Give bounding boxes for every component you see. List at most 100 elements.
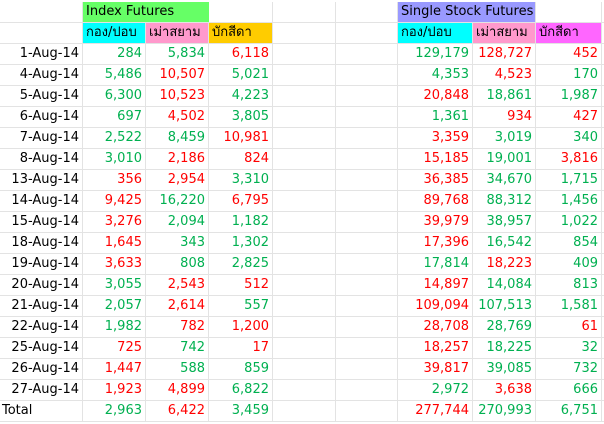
ssf-value-cell[interactable]: 36,385 (398, 170, 473, 190)
empty-cell[interactable] (273, 338, 336, 358)
empty-cell[interactable] (209, 380, 273, 400)
empty-cell[interactable] (336, 254, 398, 274)
empty-cell[interactable] (336, 233, 398, 253)
empty-cell[interactable] (336, 317, 398, 337)
ssf-value-cell[interactable]: 88,312 (473, 191, 536, 211)
ssf-value-cell[interactable]: 409 (536, 254, 602, 274)
ssf-value-cell[interactable]: 1,022 (536, 212, 602, 232)
empty-cell[interactable] (398, 380, 473, 400)
ssf-value-cell[interactable]: 17,396 (398, 233, 473, 253)
empty-cell[interactable] (336, 23, 398, 43)
ssf-value-cell[interactable]: 3,019 (473, 128, 536, 148)
index-value-cell[interactable]: 1,302 (209, 233, 273, 253)
index-value-cell[interactable]: 824 (209, 149, 273, 169)
ssf-value-cell[interactable]: 14,084 (473, 275, 536, 295)
ssf-value-cell[interactable]: 18,861 (473, 86, 536, 106)
empty-cell[interactable] (536, 380, 602, 400)
ssf-value-cell[interactable]: 1,581 (536, 296, 602, 316)
empty-cell[interactable] (336, 2, 398, 22)
index-value-cell[interactable]: 2,954 (146, 170, 209, 190)
ssf-value-cell[interactable]: 128,727 (473, 44, 536, 64)
empty-cell[interactable] (83, 380, 146, 400)
date-cell[interactable]: 14-Aug-14 (0, 191, 83, 211)
date-cell[interactable]: 21-Aug-14 (0, 296, 83, 316)
index-futures-title[interactable]: Index Futures (83, 2, 209, 22)
ssf-value-cell[interactable]: 1,715 (536, 170, 602, 190)
ssf-value-cell[interactable]: 89,768 (398, 191, 473, 211)
index-value-cell[interactable]: 512 (209, 275, 273, 295)
empty-cell[interactable] (273, 212, 336, 232)
empty-cell[interactable] (273, 254, 336, 274)
empty-cell[interactable] (336, 212, 398, 232)
index-value-cell[interactable]: 588 (146, 359, 209, 379)
empty-cell[interactable] (336, 107, 398, 127)
empty-cell[interactable] (273, 23, 336, 43)
index-value-cell[interactable]: 1,182 (209, 212, 273, 232)
ssf-value-cell[interactable]: 4,353 (398, 65, 473, 85)
index-value-cell[interactable]: 5,486 (83, 65, 146, 85)
ssf-value-cell[interactable]: 20,848 (398, 86, 473, 106)
index-value-cell[interactable]: 10,507 (146, 65, 209, 85)
index-col-header-1[interactable]: กอง/ปอบ (83, 23, 146, 43)
ssf-value-cell[interactable]: 38,957 (473, 212, 536, 232)
index-col-header-2[interactable]: เม่าสยาม (146, 23, 209, 43)
ssf-value-cell[interactable]: 4,523 (473, 65, 536, 85)
ssf-value-cell[interactable]: 16,542 (473, 233, 536, 253)
empty-cell[interactable] (0, 380, 83, 400)
ssf-value-cell[interactable]: 854 (536, 233, 602, 253)
index-value-cell[interactable]: 3,276 (83, 212, 146, 232)
ssf-col-header-2[interactable]: เม่าสยาม (473, 23, 536, 43)
empty-cell[interactable] (336, 170, 398, 190)
date-cell[interactable]: 22-Aug-14 (0, 317, 83, 337)
ssf-value-cell[interactable]: 934 (473, 107, 536, 127)
ssf-value-cell[interactable]: 39,817 (398, 359, 473, 379)
ssf-col-header-3[interactable]: บักสีดา (536, 23, 602, 43)
ssf-value-cell[interactable]: 18,223 (473, 254, 536, 274)
index-value-cell[interactable]: 9,425 (83, 191, 146, 211)
ssf-value-cell[interactable]: 19,001 (473, 149, 536, 169)
empty-cell[interactable] (336, 65, 398, 85)
date-cell[interactable]: 13-Aug-14 (0, 170, 83, 190)
index-value-cell[interactable]: 2,543 (146, 275, 209, 295)
ssf-value-cell[interactable]: 39,979 (398, 212, 473, 232)
index-value-cell[interactable]: 343 (146, 233, 209, 253)
index-value-cell[interactable]: 557 (209, 296, 273, 316)
ssf-value-cell[interactable]: 17,814 (398, 254, 473, 274)
empty-cell[interactable] (273, 191, 336, 211)
index-value-cell[interactable]: 284 (83, 44, 146, 64)
index-value-cell[interactable]: 8,459 (146, 128, 209, 148)
index-value-cell[interactable]: 2,614 (146, 296, 209, 316)
ssf-value-cell[interactable]: 3,816 (536, 149, 602, 169)
index-value-cell[interactable]: 2,186 (146, 149, 209, 169)
index-value-cell[interactable]: 10,981 (209, 128, 273, 148)
index-value-cell[interactable]: 742 (146, 338, 209, 358)
index-value-cell[interactable]: 2,522 (83, 128, 146, 148)
ssf-value-cell[interactable]: 1,987 (536, 86, 602, 106)
total-label[interactable]: Total (0, 401, 83, 421)
ssf-value-cell[interactable]: 129,179 (398, 44, 473, 64)
total-index-col-1[interactable]: 2,963 (83, 401, 146, 421)
ssf-value-cell[interactable]: 28,708 (398, 317, 473, 337)
empty-cell[interactable] (273, 149, 336, 169)
index-value-cell[interactable]: 2,825 (209, 254, 273, 274)
date-cell[interactable]: 18-Aug-14 (0, 233, 83, 253)
date-cell[interactable]: 6-Aug-14 (0, 107, 83, 127)
empty-cell[interactable] (0, 2, 83, 22)
total-ssf-col-1[interactable]: 277,744 (398, 401, 473, 421)
empty-cell[interactable] (273, 275, 336, 295)
date-cell[interactable]: 20-Aug-14 (0, 275, 83, 295)
index-value-cell[interactable]: 3,310 (209, 170, 273, 190)
ssf-value-cell[interactable]: 14,897 (398, 275, 473, 295)
ssf-value-cell[interactable]: 170 (536, 65, 602, 85)
ssf-value-cell[interactable]: 18,257 (398, 338, 473, 358)
empty-cell[interactable] (273, 65, 336, 85)
ssf-value-cell[interactable]: 61 (536, 317, 602, 337)
index-value-cell[interactable]: 17 (209, 338, 273, 358)
total-index-col-3[interactable]: 3,459 (209, 401, 273, 421)
index-value-cell[interactable]: 3,055 (83, 275, 146, 295)
ssf-value-cell[interactable]: 1,361 (398, 107, 473, 127)
date-cell[interactable]: 4-Aug-14 (0, 65, 83, 85)
index-value-cell[interactable]: 4,223 (209, 86, 273, 106)
ssf-value-cell[interactable]: 28,769 (473, 317, 536, 337)
ssf-value-cell[interactable]: 340 (536, 128, 602, 148)
